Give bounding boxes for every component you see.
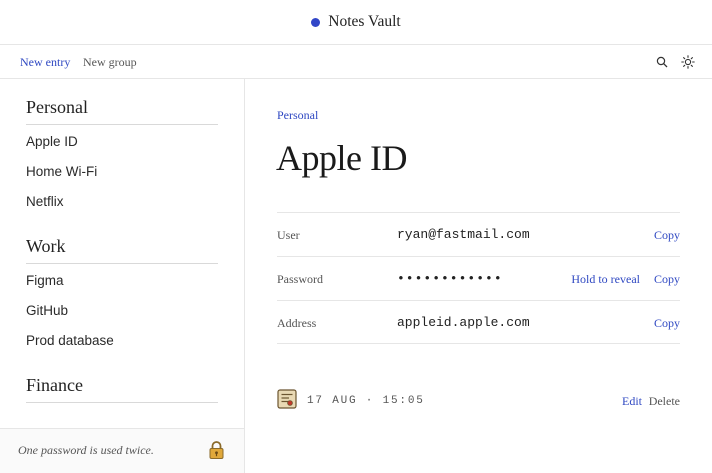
modified-timestamp: 17 AUG · 15:05 [307, 395, 425, 407]
sidebar-item-netflix[interactable]: Netflix [26, 194, 64, 209]
sidebar-footer: One password is used twice. [0, 428, 244, 473]
field-row-password: Password •••••••••••• Hold to reveal Cop… [277, 256, 680, 300]
entry-detail: Personal Apple ID User ryan@fastmail.com… [245, 79, 712, 473]
copy-address-button[interactable]: Copy [654, 316, 680, 331]
entry-meta: 17 AUG · 15:05 Edit Delete [277, 389, 680, 413]
sidebar-item-github[interactable]: GitHub [26, 303, 68, 318]
field-label: Address [277, 316, 317, 330]
toolbar: New entry New group [0, 45, 712, 79]
group-title-work[interactable]: Work [26, 236, 218, 264]
lock-icon[interactable] [208, 440, 225, 465]
group-title-finance[interactable]: Finance [26, 375, 218, 403]
breadcrumb-group[interactable]: Personal [277, 108, 318, 123]
password-value[interactable]: •••••••••••• [397, 271, 503, 286]
note-icon [277, 389, 297, 414]
search-icon[interactable] [654, 54, 670, 70]
title-bar: Notes Vault [0, 0, 712, 45]
field-row-address: Address appleid.apple.com Copy [277, 300, 680, 344]
sidebar-item-apple-id[interactable]: Apple ID [26, 134, 78, 149]
app-status-dot [311, 17, 321, 27]
copy-password-button[interactable]: Copy [654, 272, 680, 287]
app-title: Notes Vault [328, 13, 401, 30]
delete-button[interactable]: Delete [649, 394, 680, 409]
sidebar-item-figma[interactable]: Figma [26, 273, 64, 288]
hold-to-reveal-button[interactable]: Hold to reveal [571, 272, 640, 287]
field-value[interactable]: ryan@fastmail.com [397, 227, 530, 242]
field-label: Password [277, 272, 324, 286]
group-title-personal[interactable]: Personal [26, 97, 218, 125]
field-value[interactable]: appleid.apple.com [397, 315, 530, 330]
sidebar-item-home-wifi[interactable]: Home Wi-Fi [26, 164, 97, 179]
entry-title: Apple ID [276, 138, 407, 178]
field-label: User [277, 228, 300, 242]
new-entry-button[interactable]: New entry [20, 55, 70, 70]
new-group-button[interactable]: New group [83, 55, 137, 70]
copy-user-button[interactable]: Copy [654, 228, 680, 243]
sun-icon[interactable] [680, 54, 696, 70]
password-reuse-warning[interactable]: One password is used twice. [18, 443, 154, 458]
edit-button[interactable]: Edit [622, 394, 642, 409]
sidebar-item-prod-database[interactable]: Prod database [26, 333, 114, 348]
sidebar: Personal Apple ID Home Wi-Fi Netflix Wor… [0, 79, 245, 473]
field-row-user: User ryan@fastmail.com Copy [277, 212, 680, 256]
